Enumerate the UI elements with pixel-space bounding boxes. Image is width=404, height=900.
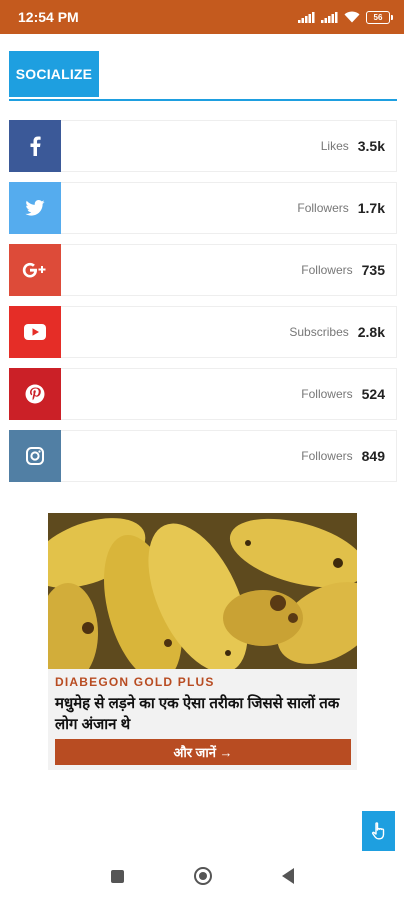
social-row-pinterest[interactable]: Followers 524 [9, 367, 397, 420]
count-label: Followers [301, 449, 353, 463]
social-row-instagram[interactable]: Followers 849 [9, 429, 397, 482]
count-value: 524 [361, 386, 385, 402]
instagram-icon[interactable] [9, 429, 61, 482]
count-label: Subscribes [289, 325, 349, 339]
social-row-twitter[interactable]: Followers 1.7k [9, 181, 397, 234]
count-label: Followers [297, 201, 349, 215]
recents-button[interactable] [110, 869, 124, 883]
count-value: 849 [361, 448, 385, 464]
facebook-icon[interactable] [9, 119, 61, 172]
count-label: Likes [320, 139, 349, 153]
status-bar: 12:54 PM 56 [0, 0, 404, 34]
social-row-google-plus[interactable]: Followers 735 [9, 243, 397, 296]
scroll-to-top-button[interactable] [362, 811, 395, 851]
status-time: 12:54 PM [18, 9, 79, 25]
count-value: 3.5k [357, 138, 385, 154]
youtube-icon[interactable] [9, 305, 61, 358]
battery-level: 56 [373, 12, 383, 22]
pinterest-icon[interactable] [9, 367, 61, 420]
hand-pointer-icon [371, 822, 384, 840]
ad-brand: DIABEGON GOLD PLUS [55, 675, 215, 689]
system-nav-bar [0, 852, 404, 900]
bananas-image [48, 513, 357, 669]
google-plus-icon[interactable] [9, 243, 61, 296]
section-title: SOCIALIZE [9, 51, 99, 97]
social-counter-list: Likes 3.5k Followers 1.7k Followers 735 … [9, 119, 397, 492]
count-label: Followers [301, 387, 353, 401]
ad-headline[interactable]: मधुमेह से लड़ने का एक ऐसा तरीका जिससे सा… [55, 693, 349, 735]
ad-cta-button[interactable]: और जानें → [55, 739, 351, 765]
back-button[interactable] [281, 868, 294, 884]
social-row-youtube[interactable]: Subscribes 2.8k [9, 305, 397, 358]
twitter-icon[interactable] [9, 181, 61, 234]
ad-card[interactable]: DIABEGON GOLD PLUS मधुमेह से लड़ने का एक… [48, 513, 357, 770]
status-icons: 56 [298, 10, 393, 24]
count-value: 2.8k [357, 324, 385, 340]
home-button[interactable] [193, 867, 212, 885]
section-header: SOCIALIZE [9, 51, 397, 101]
count-value: 1.7k [357, 200, 385, 216]
social-row-facebook[interactable]: Likes 3.5k [9, 119, 397, 172]
signal-icon-2 [321, 11, 338, 23]
signal-icon [298, 11, 315, 23]
wifi-icon [344, 11, 360, 23]
count-label: Followers [301, 263, 353, 277]
battery-icon: 56 [366, 10, 393, 24]
count-value: 735 [361, 262, 385, 278]
ad-image[interactable] [48, 513, 357, 669]
